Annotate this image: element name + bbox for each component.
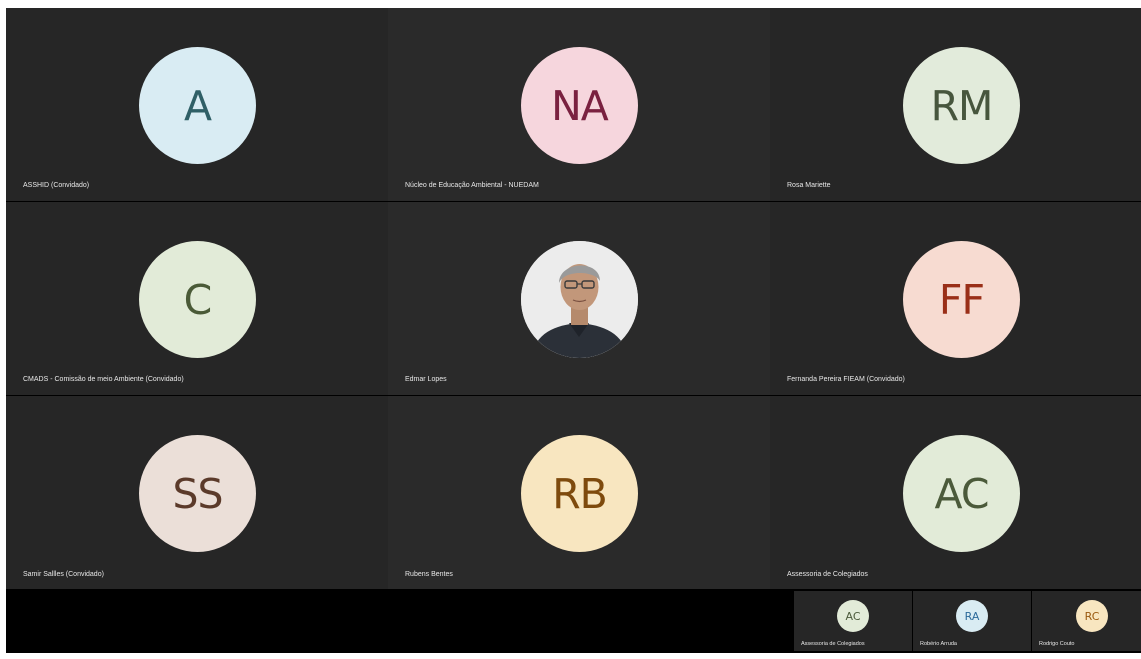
avatar: RB (521, 435, 638, 552)
participant-grid: A ASSHID (Convidado) NA Núcleo de Educaç… (6, 8, 1141, 590)
overflow-participant-strip: AC Assessoria de Colegiados RA Robério A… (6, 589, 1141, 653)
mini-avatar: RA (956, 600, 988, 632)
participant-tile[interactable]: C CMADS - Comissão de meio Ambiente (Con… (6, 202, 388, 395)
avatar: AC (903, 435, 1020, 552)
avatar: A (139, 47, 256, 164)
mini-participant-name: Rodrigo Couto (1039, 641, 1075, 647)
avatar: C (139, 241, 256, 358)
participant-name: CMADS - Comissão de meio Ambiente (Convi… (23, 376, 184, 383)
mini-participant-tile[interactable]: RA Robério Arruda (913, 591, 1031, 651)
participant-tile[interactable]: RM Rosa Mariette (770, 8, 1141, 201)
participant-tile[interactable]: A ASSHID (Convidado) (6, 8, 388, 201)
mini-participant-tile[interactable]: RC Rodrigo Couto (1032, 591, 1141, 651)
participant-name: Assessoria de Colegiados (787, 571, 868, 578)
avatar: SS (139, 435, 256, 552)
mini-avatar: AC (837, 600, 869, 632)
participant-name: Rosa Mariette (787, 182, 831, 189)
mini-avatar: RC (1076, 600, 1108, 632)
avatar: RM (903, 47, 1020, 164)
participant-name: Samir Sallles (Convidado) (23, 571, 104, 578)
avatar: NA (521, 47, 638, 164)
avatar: FF (903, 241, 1020, 358)
participant-name: Rubens Bentes (405, 571, 453, 578)
participant-tile[interactable]: AC Assessoria de Colegiados (770, 396, 1141, 590)
participant-name: Fernanda Pereira FIEAM (Convidado) (787, 376, 905, 383)
person-photo-icon (521, 241, 638, 358)
mini-participant-name: Robério Arruda (920, 641, 957, 647)
participant-tile[interactable]: SS Samir Sallles (Convidado) (6, 396, 388, 590)
participant-tile[interactable]: RB Rubens Bentes (388, 396, 770, 590)
participant-name: Edmar Lopes (405, 376, 447, 383)
participant-tile[interactable]: Edmar Lopes (388, 202, 770, 395)
avatar-photo (521, 241, 638, 358)
participant-name: Núcleo de Educação Ambiental - NUEDAM (405, 182, 539, 189)
mini-participant-tile[interactable]: AC Assessoria de Colegiados (794, 591, 912, 651)
participant-tile[interactable]: NA Núcleo de Educação Ambiental - NUEDAM (388, 8, 770, 201)
meeting-window: A ASSHID (Convidado) NA Núcleo de Educaç… (6, 8, 1141, 653)
mini-participant-name: Assessoria de Colegiados (801, 641, 865, 647)
participant-name: ASSHID (Convidado) (23, 182, 90, 189)
participant-tile[interactable]: FF Fernanda Pereira FIEAM (Convidado) (770, 202, 1141, 395)
